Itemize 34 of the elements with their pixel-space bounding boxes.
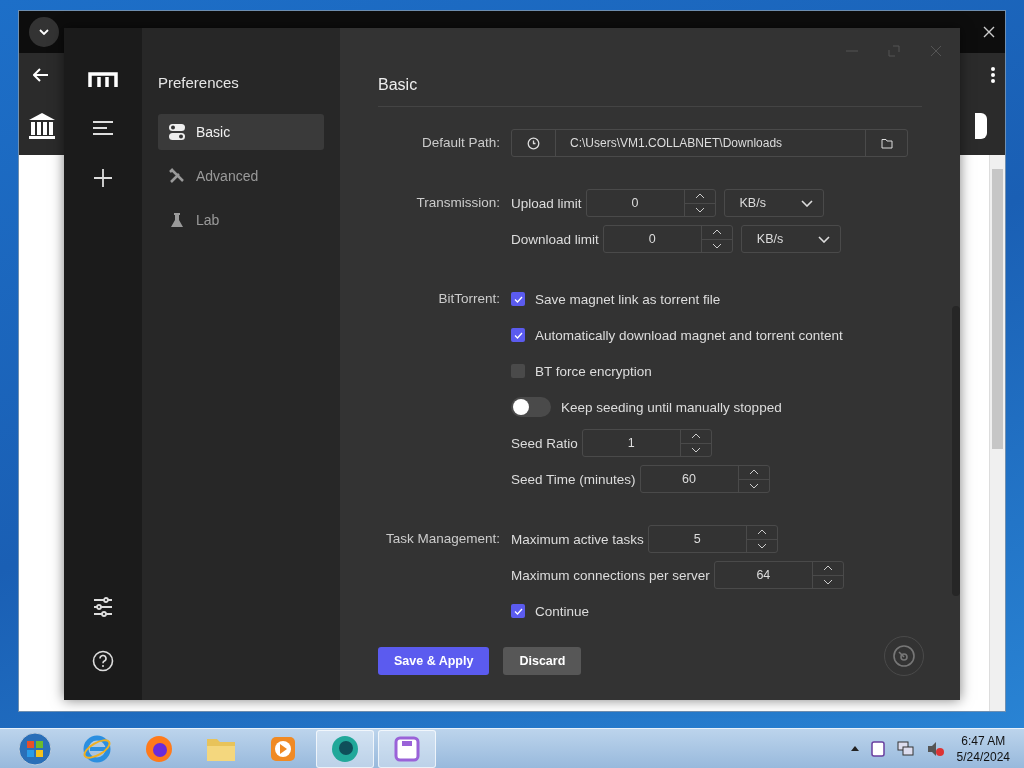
checkbox-label: Automatically download magnet and torrent content xyxy=(535,327,843,343)
group-label: Default Path: xyxy=(420,134,500,152)
unit-select[interactable]: KB/s xyxy=(723,189,824,217)
field-label: Seed Time (minutes) xyxy=(511,471,636,487)
group-label: BitTorrent: xyxy=(437,290,500,308)
checkbox-label: Save magnet link as torrent file xyxy=(535,291,721,307)
checkbox-label: BT force encryption xyxy=(535,363,652,379)
clock-date[interactable]: 5/24/2024 xyxy=(956,748,1010,765)
preferences-title: Preferences xyxy=(158,74,240,93)
discard-button[interactable]: Discard xyxy=(503,647,582,675)
field-label: Upload limit xyxy=(511,195,582,211)
unit-select[interactable]: KB/s xyxy=(740,225,841,253)
group-label: Transmission: xyxy=(415,194,500,212)
number-field[interactable]: 0 xyxy=(602,225,733,253)
field-label: Maximum connections per server xyxy=(511,567,710,583)
group-label: Task Management: xyxy=(384,530,500,548)
number-field[interactable]: 60 xyxy=(639,465,770,493)
save-button[interactable]: Save & Apply xyxy=(378,647,490,675)
checkbox-label: Continue xyxy=(535,603,590,619)
nav-item[interactable]: Lab xyxy=(158,202,324,238)
field-label: Maximum active tasks xyxy=(511,531,644,547)
path-value: C:\Users\VM1.COLLABNET\Downloads xyxy=(569,135,784,152)
nav-item[interactable]: Basic xyxy=(158,114,324,150)
section-title: Basic xyxy=(378,75,419,95)
number-field[interactable]: 5 xyxy=(647,525,778,553)
number-field[interactable]: 1 xyxy=(581,429,712,457)
nav-item[interactable]: Advanced xyxy=(158,158,324,194)
switch-label: Keep seeding until manually stopped xyxy=(561,399,782,415)
number-field[interactable]: 64 xyxy=(713,561,844,589)
path-field[interactable]: C:\Users\VM1.COLLABNET\Downloads xyxy=(511,129,908,157)
field-label: Download limit xyxy=(511,231,599,247)
field-label: Seed Ratio xyxy=(511,435,578,451)
number-field[interactable]: 0 xyxy=(585,189,716,217)
clock-time[interactable]: 6:47 AM xyxy=(961,732,1006,749)
